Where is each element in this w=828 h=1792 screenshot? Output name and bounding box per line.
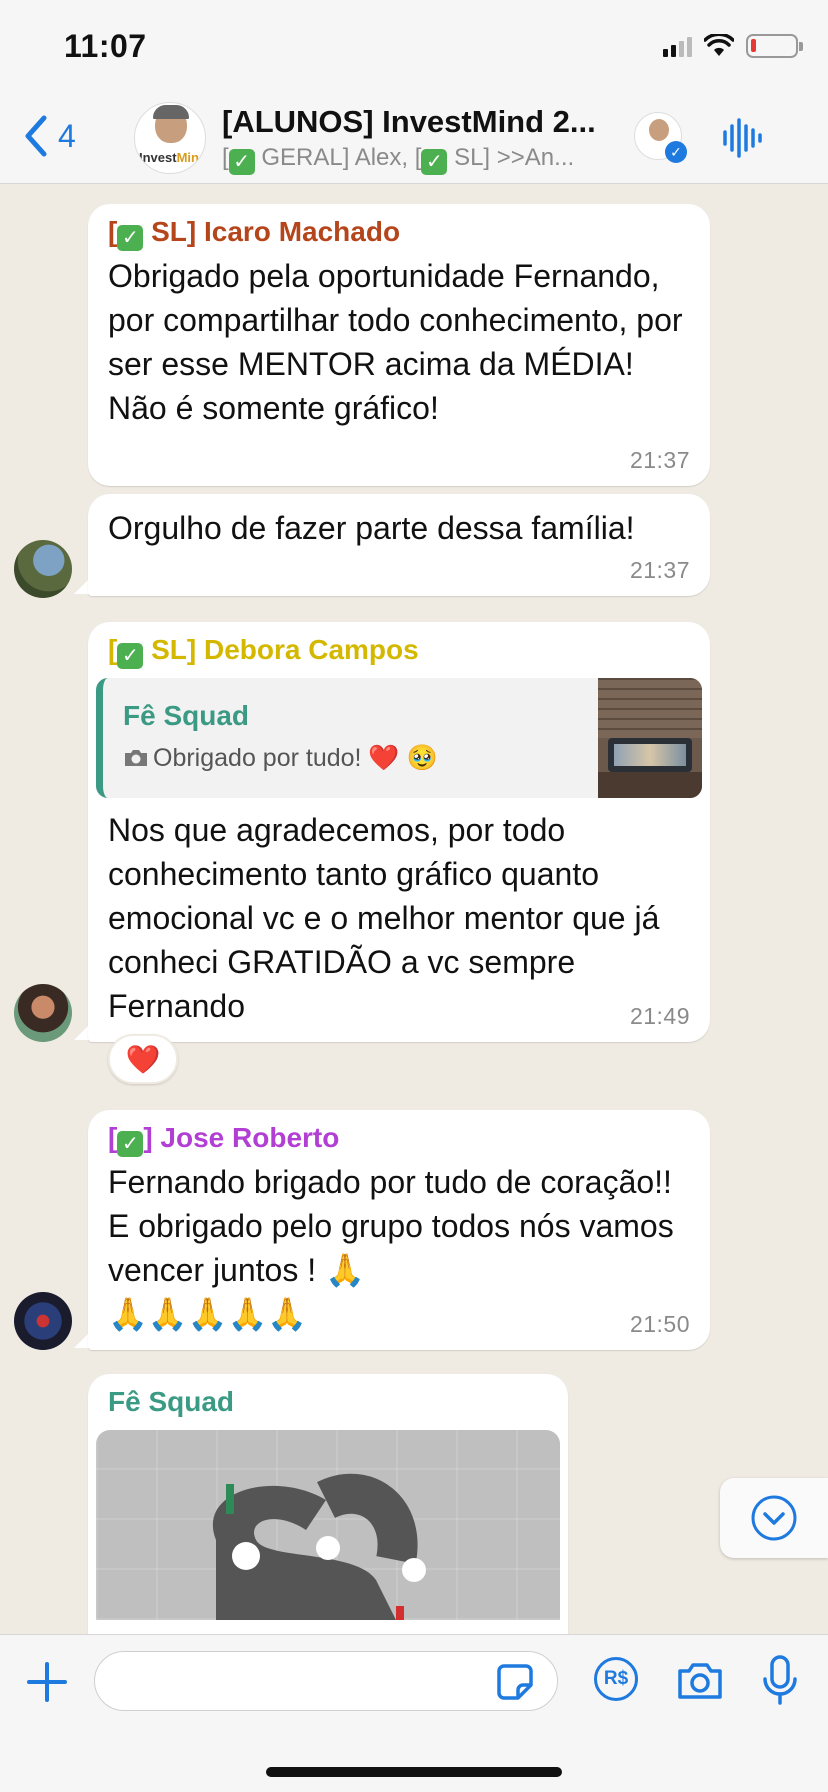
message-time: 21:50 xyxy=(629,1311,690,1337)
message-text: Obrigado pela oportunidade Fernando, por… xyxy=(108,258,683,426)
scroll-to-bottom-button[interactable] xyxy=(720,1478,828,1558)
sender-name: [✓] Jose Roberto xyxy=(108,1122,340,1157)
community-avatar[interactable]: ✓ xyxy=(634,112,687,163)
chevron-down-icon xyxy=(751,1495,797,1541)
dollar-sign-sculpture-image xyxy=(212,1473,426,1620)
sender-name: [✓ SL] Debora Campos xyxy=(108,634,419,669)
message-bubble[interactable]: Orgulho de fazer parte dessa família! 21… xyxy=(88,494,710,596)
message-text: Orgulho de fazer parte dessa família! xyxy=(108,510,635,546)
waveform-icon[interactable] xyxy=(722,116,762,160)
back-button[interactable]: 4 xyxy=(22,114,76,158)
plus-icon[interactable] xyxy=(26,1661,68,1703)
chat-header: 4 InvestMind [ALUNOS] InvestMind 2... [✓… xyxy=(0,92,828,184)
message-bubble[interactable]: [✓ SL] Icaro Machado Obrigado pela oport… xyxy=(88,204,710,486)
message-text: Nos que agradecemos, por todo conhecimen… xyxy=(108,812,660,1024)
verified-badge-icon: ✓ xyxy=(665,141,687,163)
message-bubble[interactable]: [✓ SL] Debora Campos Fê Squad Obrigado p… xyxy=(88,622,710,1042)
sender-name: [✓ SL] Icaro Machado xyxy=(108,216,401,251)
avatar[interactable] xyxy=(14,984,72,1042)
quoted-image-thumbnail xyxy=(598,678,702,798)
status-icons xyxy=(663,34,803,58)
quoted-sender: Fê Squad xyxy=(123,700,250,731)
quoted-text: Obrigado por tudo! ❤️ 🥹 xyxy=(123,744,438,773)
check-mark-icon: ✓ xyxy=(421,149,448,175)
currency-real-icon: R$ xyxy=(603,1668,629,1689)
avatar[interactable] xyxy=(14,540,72,598)
group-avatar[interactable]: InvestMind xyxy=(134,102,206,174)
message-time: 21:37 xyxy=(629,447,690,473)
chat-title[interactable]: [ALUNOS] InvestMind 2... xyxy=(222,104,596,140)
message-bubble[interactable]: Fê Squad xyxy=(88,1374,568,1634)
image-attachment[interactable] xyxy=(96,1430,560,1620)
group-avatar-logo: InvestMind xyxy=(139,150,206,165)
quoted-message[interactable]: Fê Squad Obrigado por tudo! ❤️ 🥹 xyxy=(96,678,702,798)
wifi-icon xyxy=(704,34,734,56)
microphone-icon[interactable] xyxy=(762,1655,798,1707)
camera-icon xyxy=(125,750,147,766)
check-mark-icon: ✓ xyxy=(117,225,144,251)
sender-name: Fê Squad xyxy=(108,1386,235,1417)
message-time: 21:37 xyxy=(629,557,690,583)
check-mark-icon: ✓ xyxy=(117,643,144,669)
check-mark-icon: ✓ xyxy=(117,1131,144,1157)
payment-button[interactable]: R$ xyxy=(594,1657,638,1701)
status-bar: 11:07 xyxy=(0,0,828,92)
message-input[interactable] xyxy=(94,1651,558,1711)
chat-subtitle[interactable]: [✓ GERAL] Alex, [✓ SL] >>An... xyxy=(222,144,574,175)
check-mark-icon: ✓ xyxy=(228,149,255,175)
message-bubble[interactable]: [✓] Jose Roberto Fernando brigado por tu… xyxy=(88,1110,710,1350)
sticker-icon[interactable] xyxy=(496,1663,534,1701)
message-time: 21:49 xyxy=(629,1003,690,1029)
chevron-left-icon xyxy=(25,115,47,157)
reaction-badge[interactable]: ❤️ xyxy=(108,1034,178,1084)
home-indicator xyxy=(266,1767,562,1777)
camera-icon[interactable] xyxy=(676,1661,724,1701)
battery-icon xyxy=(746,34,803,58)
message-input-bar: R$ xyxy=(0,1634,828,1792)
unread-count: 4 xyxy=(58,117,76,154)
avatar[interactable] xyxy=(14,1292,72,1350)
status-time: 11:07 xyxy=(64,28,147,64)
message-text: Fernando brigado por tudo de coração!! E… xyxy=(108,1164,674,1332)
cellular-signal-icon xyxy=(663,35,692,57)
